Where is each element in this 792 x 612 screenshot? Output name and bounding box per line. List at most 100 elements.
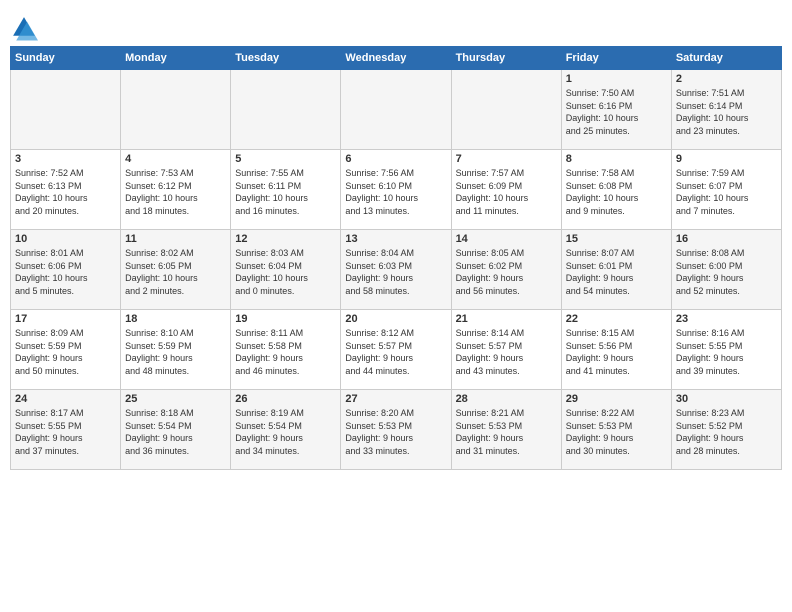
- calendar-day-cell: 29 Sunrise: 8:22 AM Sunset: 5:53 PM Dayli…: [561, 390, 671, 470]
- day-number: 17: [15, 313, 116, 325]
- day-info: Sunrise: 7:53 AM Sunset: 6:12 PM Dayligh…: [125, 167, 226, 217]
- day-number: 1: [566, 73, 667, 85]
- day-number: 12: [235, 233, 336, 245]
- calendar-day-cell: 15Sunrise: 8:07 AM Sunset: 6:01 PM Dayli…: [561, 230, 671, 310]
- calendar-day-cell: [121, 70, 231, 150]
- day-number: 28: [456, 393, 557, 405]
- day-number: 26: [235, 393, 336, 405]
- day-number: 19: [235, 313, 336, 325]
- day-number: 7: [456, 153, 557, 165]
- calendar-day-cell: 18 Sunrise: 8:10 AM Sunset: 5:59 PM Dayli…: [121, 310, 231, 390]
- day-info: Sunrise: 8:12 AM Sunset: 5:57 PM Dayligh…: [345, 327, 446, 377]
- calendar-day-cell: 14 Sunrise: 8:05 AM Sunset: 6:02 PM Dayli…: [451, 230, 561, 310]
- calendar-day-cell: 27 Sunrise: 8:20 AM Sunset: 5:53 PM Dayli…: [341, 390, 451, 470]
- calendar-body: 1 Sunrise: 7:50 AM Sunset: 6:16 PM Daylig…: [11, 70, 782, 470]
- calendar-day-cell: 25 Sunrise: 8:18 AM Sunset: 5:54 PM Dayli…: [121, 390, 231, 470]
- day-number: 5: [235, 153, 336, 165]
- day-number: 18: [125, 313, 226, 325]
- calendar-day-cell: [451, 70, 561, 150]
- day-number: 6: [345, 153, 446, 165]
- day-number: 13: [345, 233, 446, 245]
- day-number: 15: [566, 233, 667, 245]
- day-info: Sunrise: 7:52 AM Sunset: 6:13 PM Dayligh…: [15, 167, 116, 217]
- day-info: Sunrise: 7:51 AM Sunset: 6:14 PM Dayligh…: [676, 87, 777, 137]
- calendar-day-cell: 28 Sunrise: 8:21 AM Sunset: 5:53 PM Dayli…: [451, 390, 561, 470]
- calendar-day-cell: 30 Sunrise: 8:23 AM Sunset: 5:52 PM Dayli…: [671, 390, 781, 470]
- day-number: 9: [676, 153, 777, 165]
- day-number: 2: [676, 73, 777, 85]
- day-info: Sunrise: 7:56 AM Sunset: 6:10 PM Dayligh…: [345, 167, 446, 217]
- day-info: Sunrise: 8:16 AM Sunset: 5:55 PM Dayligh…: [676, 327, 777, 377]
- day-number: 8: [566, 153, 667, 165]
- day-info: Sunrise: 8:03 AM Sunset: 6:04 PM Dayligh…: [235, 247, 336, 297]
- day-info: Sunrise: 8:09 AM Sunset: 5:59 PM Dayligh…: [15, 327, 116, 377]
- calendar-week-row: 17 Sunrise: 8:09 AM Sunset: 5:59 PM Dayli…: [11, 310, 782, 390]
- day-info: Sunrise: 8:14 AM Sunset: 5:57 PM Dayligh…: [456, 327, 557, 377]
- calendar-day-cell: 9 Sunrise: 7:59 AM Sunset: 6:07 PM Daylig…: [671, 150, 781, 230]
- weekday-header: Sunday: [11, 47, 121, 70]
- calendar-week-row: 24Sunrise: 8:17 AM Sunset: 5:55 PM Dayli…: [11, 390, 782, 470]
- calendar-day-cell: 7 Sunrise: 7:57 AM Sunset: 6:09 PM Daylig…: [451, 150, 561, 230]
- calendar-day-cell: 10Sunrise: 8:01 AM Sunset: 6:06 PM Dayli…: [11, 230, 121, 310]
- day-info: Sunrise: 8:10 AM Sunset: 5:59 PM Dayligh…: [125, 327, 226, 377]
- day-info: Sunrise: 7:59 AM Sunset: 6:07 PM Dayligh…: [676, 167, 777, 217]
- day-info: Sunrise: 7:58 AM Sunset: 6:08 PM Dayligh…: [566, 167, 667, 217]
- day-number: 20: [345, 313, 446, 325]
- calendar-day-cell: 21Sunrise: 8:14 AM Sunset: 5:57 PM Dayli…: [451, 310, 561, 390]
- calendar-day-cell: 2 Sunrise: 7:51 AM Sunset: 6:14 PM Daylig…: [671, 70, 781, 150]
- day-info: Sunrise: 8:04 AM Sunset: 6:03 PM Dayligh…: [345, 247, 446, 297]
- day-info: Sunrise: 7:50 AM Sunset: 6:16 PM Dayligh…: [566, 87, 667, 137]
- calendar-day-cell: 23 Sunrise: 8:16 AM Sunset: 5:55 PM Dayli…: [671, 310, 781, 390]
- day-info: Sunrise: 8:23 AM Sunset: 5:52 PM Dayligh…: [676, 407, 777, 457]
- day-info: Sunrise: 8:11 AM Sunset: 5:58 PM Dayligh…: [235, 327, 336, 377]
- day-info: Sunrise: 8:22 AM Sunset: 5:53 PM Dayligh…: [566, 407, 667, 457]
- day-number: 30: [676, 393, 777, 405]
- calendar-day-cell: 8 Sunrise: 7:58 AM Sunset: 6:08 PM Daylig…: [561, 150, 671, 230]
- day-number: 25: [125, 393, 226, 405]
- day-info: Sunrise: 8:21 AM Sunset: 5:53 PM Dayligh…: [456, 407, 557, 457]
- calendar-day-cell: 5Sunrise: 7:55 AM Sunset: 6:11 PM Daylig…: [231, 150, 341, 230]
- calendar-day-cell: 20 Sunrise: 8:12 AM Sunset: 5:57 PM Dayli…: [341, 310, 451, 390]
- calendar-day-cell: 12 Sunrise: 8:03 AM Sunset: 6:04 PM Dayli…: [231, 230, 341, 310]
- day-info: Sunrise: 8:19 AM Sunset: 5:54 PM Dayligh…: [235, 407, 336, 457]
- day-number: 22: [566, 313, 667, 325]
- calendar-week-row: 1 Sunrise: 7:50 AM Sunset: 6:16 PM Daylig…: [11, 70, 782, 150]
- calendar-day-cell: 24Sunrise: 8:17 AM Sunset: 5:55 PM Dayli…: [11, 390, 121, 470]
- logo: [10, 14, 42, 42]
- calendar-day-cell: 19 Sunrise: 8:11 AM Sunset: 5:58 PM Dayli…: [231, 310, 341, 390]
- calendar-day-cell: 26 Sunrise: 8:19 AM Sunset: 5:54 PM Dayli…: [231, 390, 341, 470]
- calendar-day-cell: 4 Sunrise: 7:53 AM Sunset: 6:12 PM Daylig…: [121, 150, 231, 230]
- logo-icon: [10, 14, 38, 42]
- weekday-header: Thursday: [451, 47, 561, 70]
- weekday-header: Friday: [561, 47, 671, 70]
- weekday-header: Wednesday: [341, 47, 451, 70]
- day-info: Sunrise: 8:01 AM Sunset: 6:06 PM Dayligh…: [15, 247, 116, 297]
- calendar-day-cell: 11Sunrise: 8:02 AM Sunset: 6:05 PM Dayli…: [121, 230, 231, 310]
- calendar-day-cell: 13 Sunrise: 8:04 AM Sunset: 6:03 PM Dayli…: [341, 230, 451, 310]
- page-header: [10, 10, 782, 42]
- calendar-day-cell: 17 Sunrise: 8:09 AM Sunset: 5:59 PM Dayli…: [11, 310, 121, 390]
- day-info: Sunrise: 8:15 AM Sunset: 5:56 PM Dayligh…: [566, 327, 667, 377]
- weekday-header: Monday: [121, 47, 231, 70]
- calendar-day-cell: [341, 70, 451, 150]
- day-number: 29: [566, 393, 667, 405]
- day-info: Sunrise: 8:17 AM Sunset: 5:55 PM Dayligh…: [15, 407, 116, 457]
- calendar-table: SundayMondayTuesdayWednesdayThursdayFrid…: [10, 46, 782, 470]
- calendar-header-row: SundayMondayTuesdayWednesdayThursdayFrid…: [11, 47, 782, 70]
- calendar-day-cell: 1 Sunrise: 7:50 AM Sunset: 6:16 PM Daylig…: [561, 70, 671, 150]
- day-info: Sunrise: 8:18 AM Sunset: 5:54 PM Dayligh…: [125, 407, 226, 457]
- day-number: 23: [676, 313, 777, 325]
- day-number: 14: [456, 233, 557, 245]
- day-info: Sunrise: 8:05 AM Sunset: 6:02 PM Dayligh…: [456, 247, 557, 297]
- weekday-header: Saturday: [671, 47, 781, 70]
- day-info: Sunrise: 8:20 AM Sunset: 5:53 PM Dayligh…: [345, 407, 446, 457]
- day-number: 11: [125, 233, 226, 245]
- weekday-header: Tuesday: [231, 47, 341, 70]
- calendar-day-cell: 3Sunrise: 7:52 AM Sunset: 6:13 PM Daylig…: [11, 150, 121, 230]
- calendar-day-cell: 6 Sunrise: 7:56 AM Sunset: 6:10 PM Daylig…: [341, 150, 451, 230]
- day-number: 4: [125, 153, 226, 165]
- day-number: 27: [345, 393, 446, 405]
- day-info: Sunrise: 7:57 AM Sunset: 6:09 PM Dayligh…: [456, 167, 557, 217]
- calendar-week-row: 3Sunrise: 7:52 AM Sunset: 6:13 PM Daylig…: [11, 150, 782, 230]
- calendar-week-row: 10Sunrise: 8:01 AM Sunset: 6:06 PM Dayli…: [11, 230, 782, 310]
